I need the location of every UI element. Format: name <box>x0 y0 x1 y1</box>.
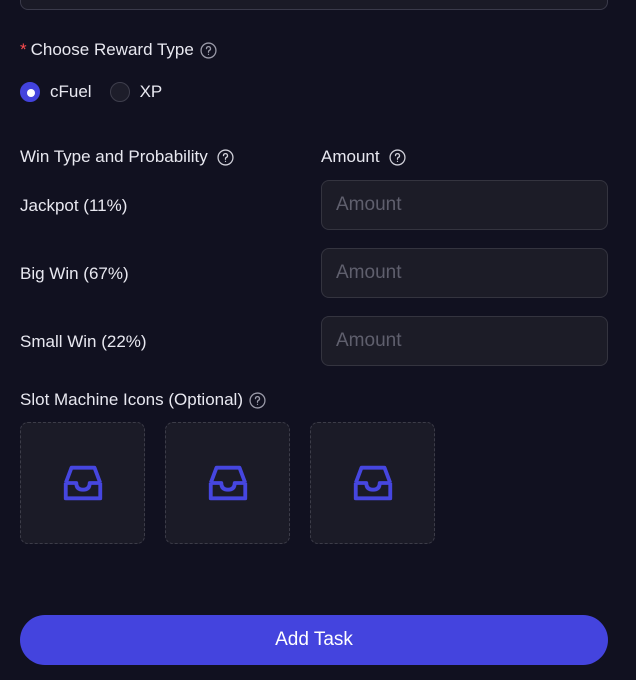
required-mark: * <box>20 40 27 59</box>
win-type-jackpot: Jackpot (11%) <box>20 196 128 215</box>
inbox-tray-icon <box>208 465 247 501</box>
add-task-button[interactable]: Add Task <box>20 615 608 665</box>
win-type-label: Win Type and Probability <box>20 147 208 166</box>
jackpot-amount-input[interactable] <box>321 180 608 230</box>
previous-field-input[interactable] <box>20 0 608 10</box>
inbox-tray-icon <box>353 465 392 501</box>
slot-icon-upload-3[interactable] <box>310 422 435 544</box>
slot-icon-upload-2[interactable] <box>165 422 290 544</box>
slot-icons-label: Slot Machine Icons (Optional) <box>20 390 243 409</box>
radio-label-xp: XP <box>139 82 163 101</box>
slot-icon-upload-1[interactable] <box>20 422 145 544</box>
radio-cfuel[interactable] <box>20 82 40 102</box>
big-win-amount-input[interactable] <box>321 248 608 298</box>
reward-type-radio-group: cFuel XP <box>20 82 180 102</box>
amount-label: Amount <box>321 147 380 166</box>
win-type-small-win: Small Win (22%) <box>20 332 147 351</box>
reward-type-label: Choose Reward Type <box>30 40 194 59</box>
radio-option-xp[interactable]: XP <box>109 82 163 102</box>
win-type-header: Win Type and Probability <box>20 147 234 167</box>
help-icon[interactable] <box>200 41 217 59</box>
radio-label-cfuel: cFuel <box>50 82 92 101</box>
slot-icons-label-row: Slot Machine Icons (Optional) <box>20 390 266 410</box>
small-win-amount-input[interactable] <box>321 316 608 366</box>
radio-option-cfuel[interactable]: cFuel <box>20 82 92 102</box>
inbox-tray-icon <box>63 465 102 501</box>
help-icon[interactable] <box>389 148 406 166</box>
win-type-big-win: Big Win (67%) <box>20 264 129 283</box>
reward-type-label-row: * Choose Reward Type <box>20 40 217 60</box>
radio-xp[interactable] <box>109 82 130 102</box>
amount-header: Amount <box>321 147 406 167</box>
help-icon[interactable] <box>217 148 234 166</box>
help-icon[interactable] <box>249 391 266 409</box>
